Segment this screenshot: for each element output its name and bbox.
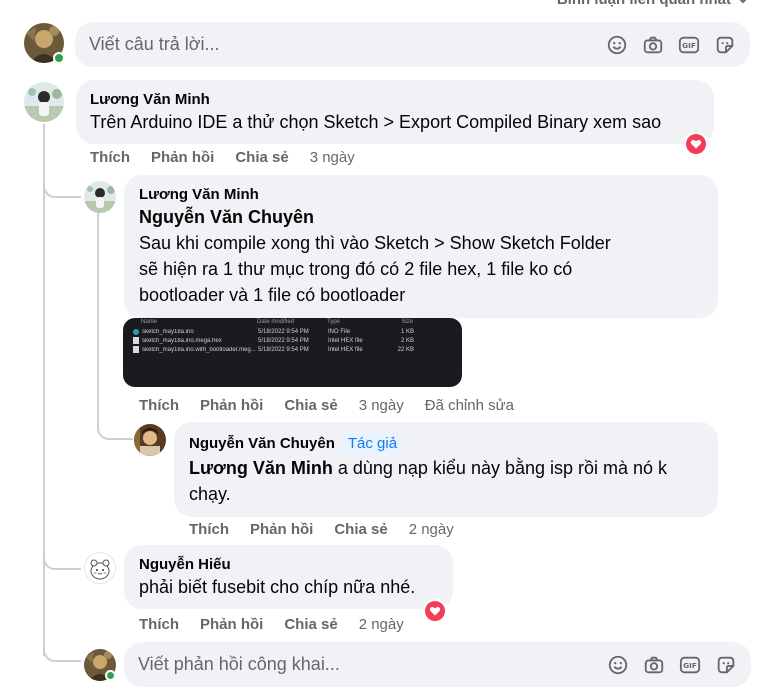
love-reaction-icon[interactable] <box>684 132 708 156</box>
online-status-icon <box>105 670 116 681</box>
comment-bubble: Nguyễn Văn Chuyên Tác giả Lương Văn Minh… <box>174 422 718 517</box>
file-icon <box>133 337 139 344</box>
comment-text: phải biết fusebit cho chíp nữa nhé. <box>139 577 416 597</box>
attachment-image[interactable]: Name Date modified Type Size sketch_may1… <box>123 318 462 387</box>
comment-bubble: Lương Văn Minh Trên Arduino IDE a thử ch… <box>76 80 714 144</box>
reply-button[interactable]: Phản hồi <box>200 616 263 633</box>
reply-input[interactable]: Viết câu trả lời... <box>89 34 606 55</box>
avatar[interactable] <box>84 552 116 584</box>
reply-composer[interactable]: Viết câu trả lời... GIF <box>75 22 750 67</box>
file-row: sketch_may18a.ino.mega.hex 5/18/2022 9:5… <box>123 335 462 344</box>
thread-curve <box>43 548 81 570</box>
share-button[interactable]: Chia sẻ <box>235 149 288 166</box>
comment-bubble: Lương Văn Minh Nguyễn Văn Chuyên Sau khi… <box>124 175 718 318</box>
author-badge: Tác giả <box>342 433 403 454</box>
comment-actions: Thích Phản hồi Chia sẻ 3 ngày Đã chỉnh s… <box>139 397 514 414</box>
like-button[interactable]: Thích <box>139 397 179 414</box>
avatar[interactable] <box>134 424 166 456</box>
comment-actions: Thích Phản hồi Chia sẻ 3 ngày <box>90 149 355 166</box>
ino-file-icon <box>133 329 139 335</box>
comment-timestamp[interactable]: 3 ngày <box>359 397 404 414</box>
file-icon <box>133 346 139 353</box>
edited-label[interactable]: Đã chỉnh sửa <box>425 397 514 414</box>
emoji-icon[interactable] <box>606 34 628 56</box>
file-list-header: Name Date modified Type Size <box>141 319 413 325</box>
reply-composer[interactable]: Viết phản hồi công khai... GIF <box>124 642 751 687</box>
gif-icon[interactable]: GIF <box>679 654 701 676</box>
thread-curve <box>43 640 81 662</box>
comment-author[interactable]: Nguyễn Văn Chuyên <box>189 435 335 452</box>
share-button[interactable]: Chia sẻ <box>284 616 337 633</box>
camera-icon[interactable] <box>642 34 664 56</box>
comment-timestamp[interactable]: 2 ngày <box>359 616 404 633</box>
thread-curve <box>43 176 81 198</box>
chevron-down-icon <box>740 0 746 3</box>
online-status-icon <box>53 52 65 64</box>
love-reaction-icon[interactable] <box>423 599 447 623</box>
mention-link[interactable]: Lương Văn Minh <box>189 458 333 478</box>
sticker-icon[interactable] <box>714 34 736 56</box>
comment-author[interactable]: Nguyễn Hiếu <box>139 556 438 573</box>
comment-text-line: sẽ hiện ra 1 thư mục trong đó có 2 file … <box>139 259 573 279</box>
comment-bubble: Nguyễn Hiếu phải biết fusebit cho chíp n… <box>124 545 453 609</box>
comment-text: Trên Arduino IDE a thử chọn Sketch > Exp… <box>90 112 662 132</box>
comment-text: a dùng nạp kiểu này bằng isp rồi mà nó k <box>332 458 668 478</box>
share-button[interactable]: Chia sẻ <box>334 521 387 538</box>
file-row: sketch_may18a.ino 5/18/2022 9:54 PM INO … <box>123 325 462 335</box>
avatar[interactable] <box>24 82 64 122</box>
share-button[interactable]: Chia sẻ <box>284 397 337 414</box>
comment-author[interactable]: Lương Văn Minh <box>139 186 703 203</box>
comment-timestamp[interactable]: 3 ngày <box>310 149 355 166</box>
mention-link[interactable]: Nguyễn Văn Chuyên <box>139 207 314 227</box>
like-button[interactable]: Thích <box>189 521 229 538</box>
reply-button[interactable]: Phản hồi <box>200 397 263 414</box>
comment-text-line: Sau khi compile xong thì vào Sketch > Sh… <box>139 233 611 253</box>
comment-sort-dropdown[interactable]: Bình luận liên quan nhất <box>557 0 749 8</box>
sticker-icon[interactable] <box>715 654 737 676</box>
thread-line <box>43 124 45 656</box>
comment-actions: Thích Phản hồi Chia sẻ 2 ngày <box>139 616 404 633</box>
camera-icon[interactable] <box>643 654 665 676</box>
reply-button[interactable]: Phản hồi <box>151 149 214 166</box>
comment-text-line: chạy. <box>189 484 231 504</box>
avatar[interactable] <box>84 181 116 213</box>
svg-text:GIF: GIF <box>682 41 696 50</box>
emoji-icon[interactable] <box>607 654 629 676</box>
thread-line <box>97 212 99 424</box>
gif-icon[interactable]: GIF <box>678 34 700 56</box>
reply-input[interactable]: Viết phản hồi công khai... <box>138 654 607 675</box>
reply-button[interactable]: Phản hồi <box>250 521 313 538</box>
like-button[interactable]: Thích <box>139 616 179 633</box>
comment-author[interactable]: Lương Văn Minh <box>90 91 700 108</box>
file-row: sketch_may18a.ino.with_bootloader.meg...… <box>123 344 462 353</box>
svg-text:GIF: GIF <box>683 661 697 670</box>
comment-timestamp[interactable]: 2 ngày <box>409 521 454 538</box>
like-button[interactable]: Thích <box>90 149 130 166</box>
sort-label: Bình luận liên quan nhất <box>557 0 731 8</box>
thread-curve <box>97 418 133 440</box>
comment-text-line: bootloader và 1 file có bootloader <box>139 285 406 305</box>
comment-actions: Thích Phản hồi Chia sẻ 2 ngày <box>189 521 454 538</box>
